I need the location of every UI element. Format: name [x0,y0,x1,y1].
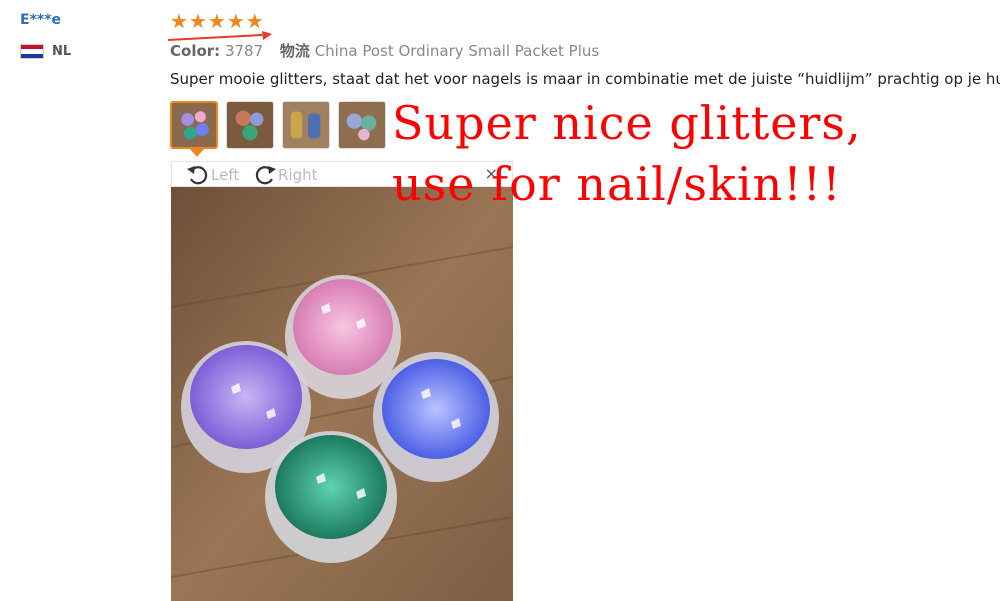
netherlands-flag-icon [20,44,44,59]
thumbnail-photo-3[interactable] [282,101,330,149]
overlay-caption-line-1: Super nice glitters, [392,96,862,150]
star-icon: ★ [170,9,188,33]
star-icon: ★ [226,9,245,33]
rotate-left-label: Left [211,166,240,184]
rotate-right-label: Right [278,166,318,184]
star-icon: ★ [207,9,226,33]
selected-thumbnail-caret [190,149,204,157]
country-code: NL [52,44,72,59]
color-label: Color: [170,42,221,60]
reviewer-name: E***e [20,12,62,28]
star-icon: ★ [188,9,207,33]
star-icon: ★ [245,9,264,33]
shipping-label: 物流 [279,42,310,60]
photo-thumbnails [170,101,386,149]
review-body: Super mooie glitters, staat dat het voor… [170,70,1000,88]
rotate-left-button[interactable]: Left [185,164,239,186]
thumbnail-photo-1[interactable] [170,101,218,149]
rotate-right-icon [255,166,276,185]
order-meta: Color: 3787 物流 China Post Ordinary Small… [170,40,599,61]
review-photo [171,187,513,601]
shipping-value: China Post Ordinary Small Packet Plus [314,42,600,60]
rating-stars: ★ ★ ★ ★ ★ [170,10,264,32]
glitter-jars-image [171,187,513,601]
thumbnail-photo-2[interactable] [226,101,274,149]
rotate-left-icon [187,166,208,185]
rotate-right-button[interactable]: Right [252,164,318,186]
color-value: 3787 [224,42,264,60]
overlay-caption-line-2: use for nail/skin!!! [392,157,842,211]
thumbnail-photo-4[interactable] [338,101,386,149]
reviewer-country: NL [20,44,71,59]
